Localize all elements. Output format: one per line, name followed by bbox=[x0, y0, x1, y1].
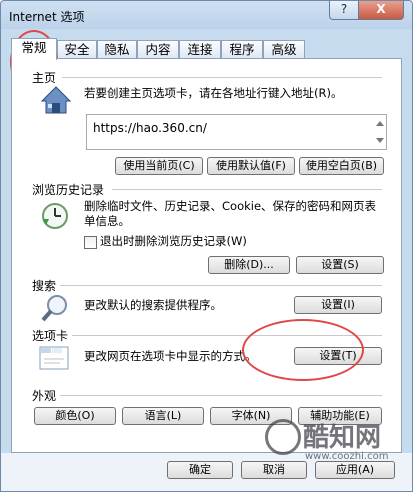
search-description: 更改默认的搜索提供程序。 bbox=[84, 298, 222, 312]
tab-content[interactable]: 内容 bbox=[137, 40, 179, 58]
tabs-window-icon bbox=[39, 346, 69, 370]
home-section-label: 主页 bbox=[32, 71, 57, 85]
home-description: 若要创建主页选项卡，请在各地址行键入地址(R)。 bbox=[84, 86, 343, 100]
tabs-section-label: 选项卡 bbox=[32, 329, 69, 343]
delete-on-exit-label: 退出时删除浏览历史记录(W) bbox=[100, 234, 247, 248]
window-title: Internet 选项 bbox=[9, 10, 85, 24]
scroll-arrows-icon[interactable] bbox=[375, 117, 385, 147]
watermark-brand: 酷知网 bbox=[303, 423, 382, 453]
close-button[interactable]: X bbox=[358, 1, 404, 20]
homepage-url-value: https://hao.360.cn/ bbox=[93, 121, 207, 135]
use-current-button[interactable]: 使用当前页(C) bbox=[115, 157, 203, 175]
homepage-url-input[interactable]: https://hao.360.cn/ bbox=[86, 114, 387, 150]
use-blank-button[interactable]: 使用空白页(B) bbox=[299, 157, 384, 175]
delete-on-exit-checkbox[interactable] bbox=[84, 236, 97, 249]
search-settings-button[interactable]: 设置(I) bbox=[294, 296, 382, 314]
history-settings-button[interactable]: 设置(S) bbox=[296, 256, 384, 274]
watermark-url: www.coozhi.com bbox=[305, 451, 389, 462]
internet-options-dialog: Internet 选项 ? X 常规 安全 隐私 内容 连接 程序 高级 主页 … bbox=[0, 0, 413, 492]
home-divider bbox=[62, 77, 382, 78]
search-magnifier-icon bbox=[41, 295, 67, 322]
watermark-circle-icon bbox=[265, 419, 301, 455]
history-clock-icon bbox=[42, 203, 68, 229]
languages-button[interactable]: 语言(L) bbox=[122, 407, 204, 425]
watermark-logo: 酷知网 www.coozhi.com bbox=[261, 413, 411, 473]
tab-privacy[interactable]: 隐私 bbox=[97, 40, 137, 58]
ok-button[interactable]: 确定 bbox=[167, 461, 233, 479]
tab-programs[interactable]: 程序 bbox=[221, 40, 263, 58]
tabs-description: 更改网页在选项卡中显示的方式。 bbox=[84, 349, 257, 363]
help-button[interactable]: ? bbox=[329, 1, 359, 20]
home-icon bbox=[40, 86, 72, 114]
tab-connections[interactable]: 连接 bbox=[179, 40, 221, 58]
tab-general[interactable]: 常规 bbox=[11, 38, 57, 60]
colors-button[interactable]: 颜色(O) bbox=[34, 407, 116, 425]
appearance-divider bbox=[60, 395, 382, 396]
tab-security[interactable]: 安全 bbox=[57, 40, 97, 58]
appearance-section-label: 外观 bbox=[32, 389, 57, 403]
use-default-button[interactable]: 使用默认值(F) bbox=[207, 157, 295, 175]
annotation-circle-tabs-settings bbox=[242, 319, 364, 381]
history-section-label: 浏览历史记录 bbox=[32, 183, 105, 197]
history-delete-button[interactable]: 删除(D)... bbox=[208, 256, 290, 274]
history-description: 删除临时文件、历史记录、Cookie、保存的密码和网页表单信息。 bbox=[84, 199, 377, 228]
search-divider bbox=[60, 285, 382, 286]
history-divider bbox=[112, 189, 382, 190]
tab-advanced[interactable]: 高级 bbox=[263, 40, 305, 58]
general-panel: 主页 若要创建主页选项卡，请在各地址行键入地址(R)。 https://hao.… bbox=[11, 58, 402, 453]
search-section-label: 搜索 bbox=[32, 279, 57, 293]
